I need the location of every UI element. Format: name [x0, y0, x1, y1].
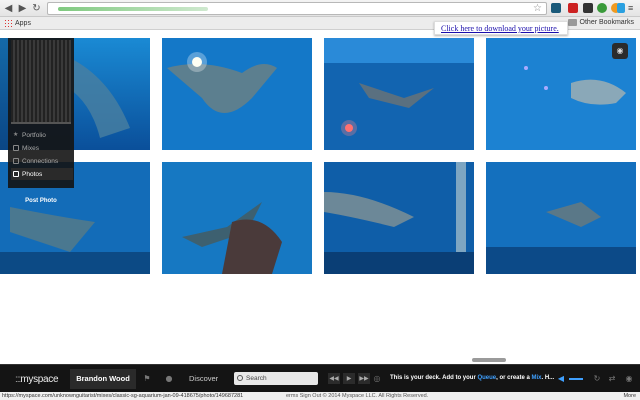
- volume-icon[interactable]: ◀: [556, 374, 566, 384]
- deck-message: This is your deck. Add to your Queue, or…: [390, 375, 555, 381]
- discover-link[interactable]: Discover: [189, 374, 218, 383]
- extension-red-icon[interactable]: [568, 3, 578, 13]
- sidebar-item-label: Connections: [22, 157, 59, 165]
- search-placeholder: Search: [246, 375, 267, 382]
- flag-icon[interactable]: ⚑: [142, 374, 152, 384]
- chat-icon[interactable]: ●: [164, 374, 174, 384]
- apps-shortcut[interactable]: Apps: [4, 19, 31, 27]
- next-icon[interactable]: ▶▶: [358, 373, 370, 384]
- sidebar-item-label: Mixes: [22, 144, 39, 152]
- apps-label: Apps: [15, 19, 31, 27]
- photo-thumbnail[interactable]: [486, 162, 636, 274]
- sidebar-item-label: Portfolio: [22, 131, 46, 139]
- back-icon[interactable]: ◀: [3, 3, 14, 14]
- broadcast-icon[interactable]: ◉: [624, 374, 634, 384]
- address-bar[interactable]: ☆: [47, 2, 547, 15]
- previous-icon[interactable]: ◀◀: [328, 373, 340, 384]
- download-extension-icon[interactable]: [551, 3, 561, 13]
- profile-sidebar: ★ Portfolio Mixes Connections Photos: [8, 38, 74, 188]
- sidebar-item-portfolio[interactable]: ★ Portfolio: [11, 129, 73, 141]
- sidebar-item-mixes[interactable]: Mixes: [11, 142, 73, 154]
- photo-gallery: [0, 30, 640, 363]
- shuffle-icon[interactable]: ⇄: [607, 374, 617, 384]
- photo-thumbnail[interactable]: [162, 38, 312, 150]
- extension-blue-icon[interactable]: [617, 3, 625, 13]
- photo-thumbnail[interactable]: [324, 38, 474, 150]
- search-input[interactable]: Search: [234, 372, 318, 385]
- post-photo-button[interactable]: Post Photo: [17, 196, 65, 206]
- browser-toolbar: ◀ ▶ ↻ ☆ ≡: [0, 0, 640, 17]
- status-bar: https://myspace.com/unknownguitarist/mix…: [0, 392, 640, 400]
- download-tooltip-link[interactable]: Click here to download your picture.: [434, 21, 568, 35]
- play-icon[interactable]: ▶: [343, 373, 355, 384]
- footer-links: erms Sign Out © 2014 Myspace LLC. All Ri…: [286, 393, 429, 399]
- extension-green-icon[interactable]: [597, 3, 607, 13]
- photo-icon: [13, 171, 19, 177]
- other-bookmarks[interactable]: Other Bookmarks: [567, 19, 634, 26]
- reload-icon[interactable]: ↻: [31, 3, 42, 14]
- url-text: [58, 7, 208, 11]
- search-icon: [237, 375, 243, 381]
- photo-thumbnail[interactable]: [162, 162, 312, 274]
- more-link[interactable]: More: [623, 392, 636, 400]
- forward-icon[interactable]: ▶: [17, 3, 28, 14]
- extension-dark-icon[interactable]: [583, 3, 593, 13]
- horizontal-scrollbar[interactable]: [472, 358, 506, 362]
- user-name-button[interactable]: Brandon Wood: [70, 369, 136, 389]
- status-url: https://myspace.com/unknownguitarist/mix…: [2, 393, 244, 399]
- menu-icon[interactable]: ≡: [628, 3, 636, 13]
- connections-icon: [13, 158, 19, 164]
- player-deck: :::myspace Brandon Wood ⚑ ● Discover Sea…: [0, 364, 640, 392]
- folder-icon: [567, 19, 577, 26]
- other-bookmarks-label: Other Bookmarks: [579, 19, 634, 26]
- bookmark-star-icon[interactable]: ☆: [533, 3, 542, 15]
- sidebar-item-label: Photos: [22, 170, 43, 178]
- volume-slider[interactable]: [569, 378, 583, 380]
- camera-icon[interactable]: ◎: [372, 374, 382, 384]
- myspace-logo[interactable]: :::myspace: [15, 374, 59, 385]
- overlay-toggle-icon[interactable]: ◉: [612, 43, 628, 59]
- avatar[interactable]: [11, 40, 71, 124]
- repeat-icon[interactable]: ↻: [592, 374, 602, 384]
- sidebar-item-connections[interactable]: Connections: [11, 155, 73, 167]
- photo-thumbnail[interactable]: [324, 162, 474, 274]
- sidebar-item-photos[interactable]: Photos: [11, 168, 73, 180]
- mix-icon: [13, 145, 19, 151]
- star-icon: ★: [13, 132, 19, 138]
- apps-grid-icon: [4, 19, 12, 27]
